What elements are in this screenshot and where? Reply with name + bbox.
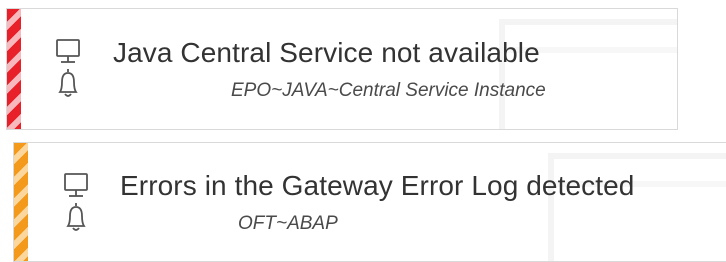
severity-stripe-warning: [14, 143, 28, 261]
alert-card[interactable]: Java Central Service not available EPO~J…: [6, 8, 678, 130]
alert-card[interactable]: Errors in the Gateway Error Log detected…: [13, 142, 726, 262]
alert-icon-stack: [61, 171, 91, 241]
monitor-icon: [56, 39, 80, 63]
alert-title[interactable]: Java Central Service not available: [113, 37, 540, 69]
alert-source: EPO~JAVA~Central Service Instance: [231, 80, 546, 101]
alert-source: OFT~ABAP: [238, 213, 338, 234]
alert-icon-stack: [53, 37, 83, 107]
bell-icon: [66, 203, 86, 231]
bell-icon: [58, 69, 78, 97]
monitor-icon: [64, 173, 88, 197]
background-decoration: [499, 19, 677, 129]
alert-title[interactable]: Errors in the Gateway Error Log detected: [120, 170, 634, 202]
severity-stripe-critical: [7, 9, 21, 129]
